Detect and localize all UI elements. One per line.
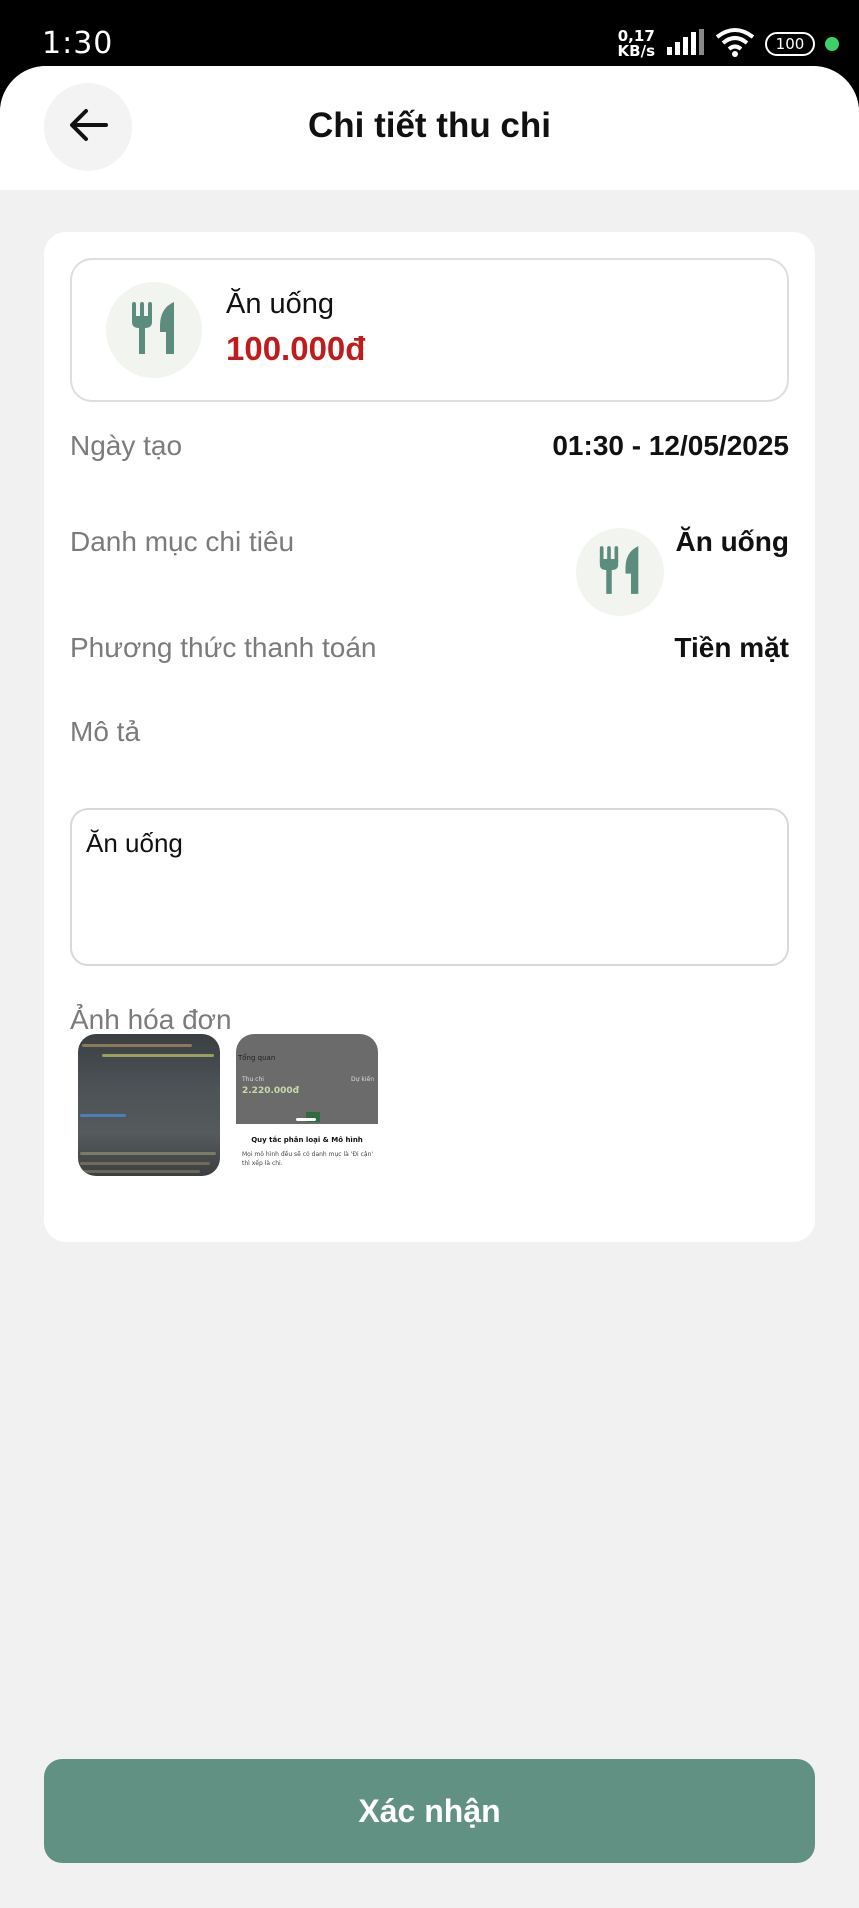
net-speed-unit: KB/s — [617, 42, 655, 60]
payment-method-label: Phương thức thanh toán — [70, 632, 377, 663]
wifi-icon — [715, 27, 755, 62]
description-label: Mô tả — [70, 716, 141, 747]
image-detail — [80, 1152, 216, 1155]
image-detail — [80, 1114, 126, 1117]
created-date-label: Ngày tạo — [70, 430, 183, 461]
receipt-images-label: Ảnh hóa đơn — [70, 1004, 232, 1035]
thumb-amount: 2.220.000đ — [242, 1086, 300, 1096]
image-detail — [80, 1162, 210, 1165]
category-value: Ăn uống — [675, 526, 789, 557]
created-date-value: 01:30 - 12/05/2025 — [552, 430, 789, 461]
fork-knife-icon — [598, 545, 642, 599]
transaction-summary: Ăn uống 100.000đ — [70, 258, 789, 402]
description-field[interactable]: Ăn uống — [70, 808, 789, 966]
thumb-header-text: Tổng quan — [238, 1054, 276, 1062]
payment-method-value: Tiền mặt — [674, 632, 789, 663]
category-label: Danh mục chi tiêu — [70, 526, 295, 557]
battery-indicator: 100 — [765, 32, 815, 56]
summary-amount: 100.000đ — [226, 330, 366, 367]
status-icons: 0,17 KB/s 100 — [618, 26, 839, 62]
transaction-detail-card: Ăn uống 100.000đ Ngày tạo 01:30 - 12/05/… — [44, 232, 815, 1242]
category-icon-circle — [106, 282, 202, 378]
header: Chi tiết thu chi — [0, 66, 859, 190]
image-detail — [102, 1054, 214, 1057]
privacy-dot — [825, 37, 839, 51]
status-time: 1:30 — [42, 26, 114, 61]
page-title: Chi tiết thu chi — [307, 106, 552, 145]
thumb-left-label: Thu chi — [242, 1076, 264, 1083]
receipt-image-1[interactable] — [78, 1034, 220, 1176]
category-row-icon-circle — [576, 528, 664, 616]
image-detail — [82, 1044, 192, 1047]
image-detail — [80, 1170, 200, 1173]
thumb-right-label: Dự kiến — [351, 1076, 374, 1083]
image-detail — [296, 1118, 316, 1121]
summary-category-name: Ăn uống — [226, 288, 335, 320]
thumb-title: Quy tắc phân loại & Mô hình — [251, 1136, 363, 1144]
app-screen: Chi tiết thu chi Ăn uống 100.000đ Ngày t… — [0, 66, 859, 1908]
fork-knife-icon — [130, 301, 178, 359]
thumb-body: Mọi mô hình đều sẽ có danh mục là 'Đi cậ… — [242, 1151, 374, 1167]
receipt-image-2[interactable]: Tổng quan Thu chi Dự kiến 2.220.000đ Quy… — [236, 1034, 378, 1176]
confirm-button[interactable]: Xác nhận — [44, 1759, 815, 1863]
signal-icon — [665, 28, 705, 60]
network-speed: 0,17 KB/s — [618, 29, 655, 59]
